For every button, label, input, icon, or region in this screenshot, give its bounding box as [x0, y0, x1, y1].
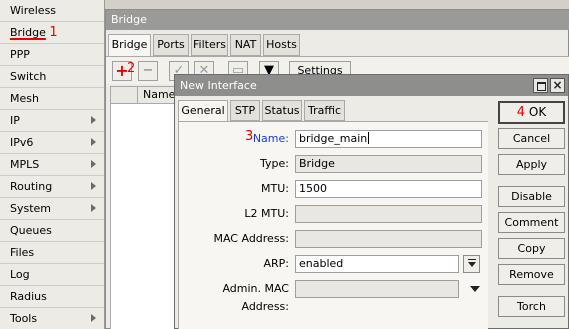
text-caret: [368, 132, 370, 144]
arp-select[interactable]: enabled: [295, 255, 459, 273]
sidebar-item-queues[interactable]: Queues: [0, 220, 104, 242]
ok-button[interactable]: 4 OK: [498, 101, 565, 124]
apply-button[interactable]: Apply: [498, 154, 565, 175]
torch-button[interactable]: Torch: [498, 296, 565, 317]
mac-address-field: [295, 230, 482, 248]
submenu-arrow-icon: [91, 138, 96, 146]
tab-bridge[interactable]: Bridge: [108, 34, 151, 58]
submenu-arrow-icon: [91, 116, 96, 124]
sidebar-item-label: Routing: [10, 180, 53, 193]
sidebar-item-label: Radius: [10, 290, 47, 303]
name-label: Name:: [252, 132, 289, 145]
sidebar-item-tools[interactable]: Tools: [0, 308, 104, 329]
column-header-label: Name: [143, 88, 176, 101]
submenu-arrow-icon: [91, 314, 96, 322]
sidebar-item-mpls[interactable]: MPLS: [0, 154, 104, 176]
remove-interface-button[interactable]: Remove: [498, 264, 565, 285]
tab-nat[interactable]: NAT: [230, 34, 261, 56]
tab-general[interactable]: General: [178, 100, 228, 123]
sidebar-item-label: MPLS: [10, 158, 40, 171]
sidebar-item-label: Mesh: [10, 92, 39, 105]
column-header-name[interactable]: Name: [111, 87, 179, 104]
sidebar-item-wireless[interactable]: Wireless: [0, 0, 104, 22]
sidebar-item-ip[interactable]: IP: [0, 110, 104, 132]
sidebar-item-label: Bridge: [10, 26, 46, 39]
mac-address-label: MAC Address:: [213, 232, 289, 245]
mtu-field[interactable]: 1500: [295, 180, 482, 198]
mtu-label: MTU:: [261, 182, 289, 195]
sidebar-item-routing[interactable]: Routing: [0, 176, 104, 198]
sidebar-item-label: PPP: [10, 48, 30, 61]
sidebar-item-label: IP: [10, 114, 20, 127]
sidebar-item-ppp[interactable]: PPP: [0, 44, 104, 66]
sidebar-item-label: Switch: [10, 70, 47, 83]
chevron-down-icon[interactable]: [470, 286, 480, 292]
close-icon: ×: [552, 78, 563, 92]
arp-dropdown-button[interactable]: [463, 255, 480, 273]
sidebar-item-label: Log: [10, 268, 30, 281]
column-separator: [137, 87, 138, 104]
sidebar-item-bridge[interactable]: Bridge 1: [0, 22, 104, 44]
type-label: Type:: [260, 157, 289, 170]
sidebar-item-label: Wireless: [10, 4, 57, 17]
bridge-window-title: Bridge: [106, 10, 569, 30]
comment-interface-button[interactable]: Comment: [498, 212, 565, 233]
tab-status[interactable]: Status: [262, 100, 302, 121]
name-field[interactable]: bridge_main: [295, 130, 482, 148]
sidebar-item-system[interactable]: System: [0, 198, 104, 220]
remove-button[interactable]: −: [138, 61, 158, 81]
admin-mac-field[interactable]: [295, 280, 459, 298]
sidebar-item-label: Files: [10, 246, 35, 259]
tab-hosts[interactable]: Hosts: [263, 34, 300, 56]
tab-ports[interactable]: Ports: [153, 34, 189, 56]
sidebar-item-label: Queues: [10, 224, 52, 237]
sidebar-item-mesh[interactable]: Mesh: [0, 88, 104, 110]
bridge-table: Name: [110, 86, 180, 329]
step-marker-4: 4: [516, 105, 526, 120]
maximize-button[interactable]: [533, 78, 548, 93]
l2mtu-field: [295, 205, 482, 223]
tab-stp[interactable]: STP: [230, 100, 260, 121]
cancel-button[interactable]: Cancel: [498, 128, 565, 149]
sidebar-item-radius[interactable]: Radius: [0, 286, 104, 308]
sidebar-item-files[interactable]: Files: [0, 242, 104, 264]
general-panel: 3 Name: bridge_main Type: Bridge MTU: 15…: [178, 121, 488, 329]
sidebar-item-switch[interactable]: Switch: [0, 66, 104, 88]
step-marker-2: 2: [127, 61, 136, 76]
ok-label: OK: [528, 105, 547, 119]
minus-icon: −: [142, 63, 154, 78]
submenu-arrow-icon: [91, 182, 96, 190]
tab-filters[interactable]: Filters: [191, 34, 228, 56]
sidebar-item-ipv6[interactable]: IPv6: [0, 132, 104, 154]
copy-button[interactable]: Copy: [498, 238, 565, 259]
new-interface-dialog: New Interface × General STP Status Traff…: [174, 74, 569, 329]
close-button[interactable]: ×: [550, 78, 565, 93]
dialog-title: New Interface: [175, 75, 568, 96]
l2mtu-label: L2 MTU:: [244, 207, 289, 220]
step-marker-1: 1: [49, 25, 58, 40]
name-value: bridge_main: [299, 132, 368, 145]
sidebar-item-label: IPv6: [10, 136, 34, 149]
sidebar-item-log[interactable]: Log: [0, 264, 104, 286]
tab-traffic[interactable]: Traffic: [304, 100, 345, 121]
admin-mac-label: Admin. MAC Address:: [222, 282, 289, 313]
disable-interface-button[interactable]: Disable: [498, 186, 565, 207]
sidebar-menu: Wireless Bridge 1 PPP Switch Mesh IP IPv…: [0, 0, 105, 329]
sidebar-item-label: System: [10, 202, 52, 215]
submenu-arrow-icon: [91, 204, 96, 212]
submenu-arrow-icon: [91, 160, 96, 168]
type-field: Bridge: [295, 155, 482, 173]
sidebar-item-label: Tools: [10, 312, 38, 325]
arp-label: ARP:: [263, 257, 289, 270]
